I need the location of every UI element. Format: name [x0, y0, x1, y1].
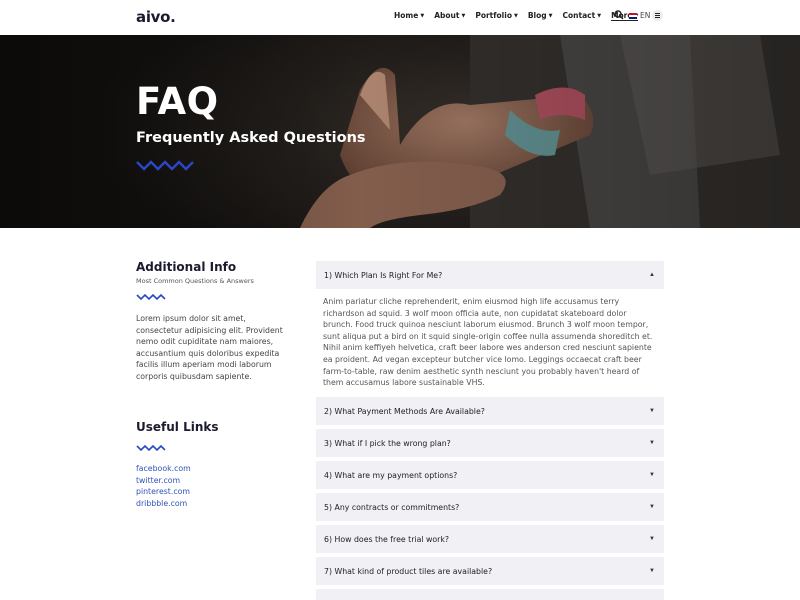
faq-item-1: 1) Which Plan Is Right For Me? ▲ Anim pa…	[316, 261, 664, 389]
useful-links-title: Useful Links	[136, 420, 219, 434]
faq-question-2[interactable]: 2) What Payment Methods Are Available? ▼	[316, 397, 664, 425]
nav-label: About	[434, 11, 460, 20]
nav-item-portfolio[interactable]: Portfolio ▼	[475, 11, 518, 21]
chevron-down-icon: ▼	[548, 13, 553, 19]
faq-item-5: 5) Any contracts or commitments? ▼	[316, 493, 664, 521]
faq-question-4[interactable]: 4) What are my payment options? ▼	[316, 461, 664, 489]
uk-flag-icon	[629, 12, 637, 19]
additional-info-panel: Additional Info Most Common Questions & …	[136, 260, 286, 382]
faq-question-text: 4) What are my payment options?	[324, 470, 458, 480]
faq-question-8[interactable]	[316, 589, 664, 600]
additional-info-title: Additional Info	[136, 260, 237, 274]
faq-question-text: 3) What if I pick the wrong plan?	[324, 438, 451, 448]
nav-item-home[interactable]: Home ▼	[394, 11, 424, 21]
chevron-down-icon: ▼	[649, 472, 655, 478]
chevron-down-icon: ▼	[420, 13, 425, 19]
chevron-down-icon: ▼	[461, 13, 466, 19]
faq-question-text: 6) How does the free trial work?	[324, 534, 450, 544]
nav-label: Blog	[527, 11, 547, 20]
nav-item-about[interactable]: About ▼	[434, 11, 465, 21]
faq-item-8-partial	[316, 589, 664, 600]
chevron-down-icon: ▼	[649, 504, 655, 510]
wave-divider-icon	[136, 444, 166, 452]
faq-item-3: 3) What if I pick the wrong plan? ▼	[316, 429, 664, 457]
main-nav: Home ▼ About ▼ Portfolio ▼ Blog ▼ Contact ▼ M…	[394, 11, 648, 21]
hero-banner: FAQ Frequently Asked Questions	[0, 35, 800, 228]
hamburger-icon[interactable]	[652, 10, 663, 21]
chevron-down-icon: ▼	[649, 568, 655, 574]
search-icon[interactable]	[614, 10, 624, 20]
nav-label: Portfolio	[475, 11, 512, 20]
chevron-down-icon: ▼	[649, 408, 655, 414]
faq-item-4: 4) What are my payment options? ▼	[316, 461, 664, 489]
faq-question-text: 5) Any contracts or commitments?	[324, 502, 460, 512]
top-navbar: aivo. Home ▼ About ▼ Portfolio ▼ Blog ▼ Cont…	[0, 0, 800, 35]
nav-label: Contact	[562, 11, 596, 20]
faq-question-3[interactable]: 3) What if I pick the wrong plan? ▼	[316, 429, 664, 457]
logo[interactable]: aivo.	[136, 8, 176, 26]
link-twitter[interactable]: twitter.com	[136, 475, 191, 487]
wave-divider-icon	[136, 293, 166, 301]
faq-question-6[interactable]: 6) How does the free trial work? ▼	[316, 525, 664, 553]
page-subtitle: Frequently Asked Questions	[136, 130, 366, 146]
faq-question-7[interactable]: 7) What kind of product tiles are availa…	[316, 557, 664, 585]
language-selector[interactable]: EN	[629, 11, 650, 20]
faq-question-text: 7) What kind of product tiles are availa…	[324, 566, 493, 576]
additional-info-subtitle: Most Common Questions & Answers	[136, 277, 254, 285]
nav-label: Home	[394, 11, 419, 20]
faq-item-7: 7) What kind of product tiles are availa…	[316, 557, 664, 585]
chevron-up-icon: ▲	[649, 272, 655, 278]
page-title: FAQ	[136, 80, 219, 123]
faq-item-6: 6) How does the free trial work? ▼	[316, 525, 664, 553]
hero-hands-image	[0, 35, 800, 228]
faq-question-text: 1) Which Plan Is Right For Me?	[324, 270, 443, 280]
link-facebook[interactable]: facebook.com	[136, 463, 191, 475]
additional-info-text: Lorem ipsum dolor sit amet, consectetur …	[136, 314, 283, 381]
faq-question-text: 2) What Payment Methods Are Available?	[324, 406, 485, 416]
useful-links-list: facebook.com twitter.com pinterest.com d…	[136, 463, 191, 509]
language-label: EN	[640, 11, 651, 20]
faq-question-5[interactable]: 5) Any contracts or commitments? ▼	[316, 493, 664, 521]
chevron-down-icon: ▼	[513, 13, 518, 19]
wave-divider-icon	[136, 160, 194, 171]
chevron-down-icon: ▼	[649, 440, 655, 446]
chevron-down-icon: ▼	[597, 13, 602, 19]
nav-item-contact[interactable]: Contact ▼	[563, 11, 602, 21]
faq-question-1[interactable]: 1) Which Plan Is Right For Me? ▲	[316, 261, 664, 289]
faq-answer-1: Anim pariatur cliche reprehenderit, enim…	[323, 297, 653, 388]
faq-item-2: 2) What Payment Methods Are Available? ▼	[316, 397, 664, 425]
link-dribbble[interactable]: dribbble.com	[136, 498, 191, 510]
nav-item-blog[interactable]: Blog ▼	[528, 11, 553, 21]
link-pinterest[interactable]: pinterest.com	[136, 486, 191, 498]
chevron-down-icon: ▼	[649, 536, 655, 542]
